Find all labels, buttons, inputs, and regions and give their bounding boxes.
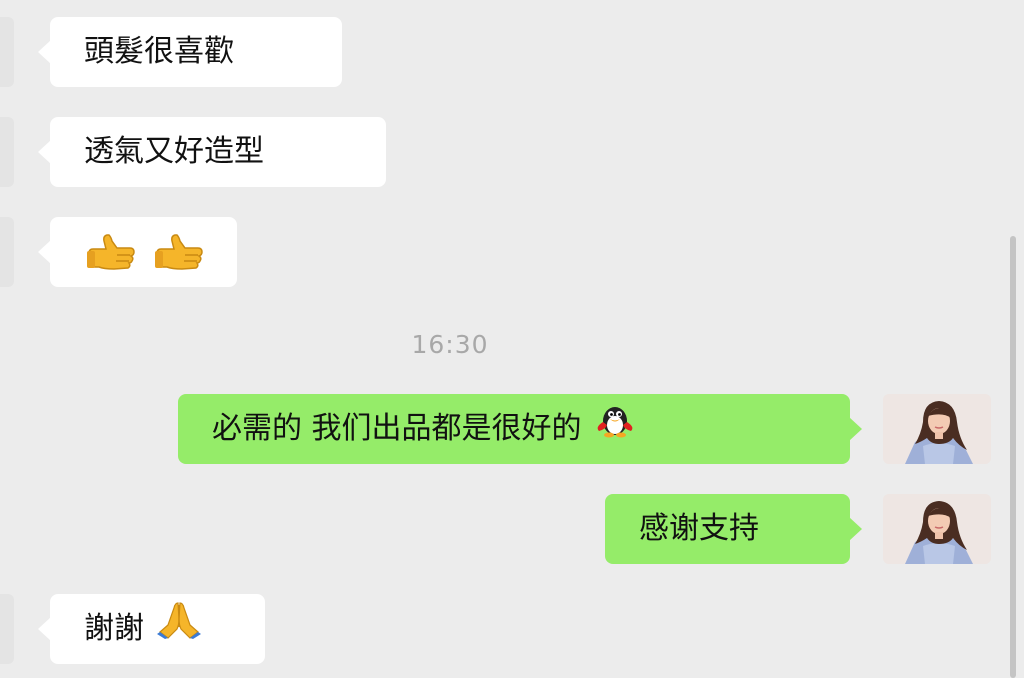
- message-text: 必需的 我们出品都是很好的: [212, 411, 582, 446]
- user-avatar[interactable]: [883, 494, 991, 564]
- thumbs-up-icon: [84, 233, 146, 270]
- outgoing-message[interactable]: 必需的 我们出品都是很好的: [178, 394, 862, 465]
- sender-avatar[interactable]: [0, 217, 14, 287]
- folded-hands-icon: [156, 595, 202, 665]
- thumbs-up-icon: [152, 233, 204, 270]
- message-text: 透氣又好造型: [84, 134, 264, 169]
- sender-avatar[interactable]: [0, 594, 14, 664]
- user-avatar[interactable]: [883, 394, 991, 464]
- sender-avatar[interactable]: [0, 117, 14, 187]
- incoming-message[interactable]: 頭髮很喜歡: [38, 17, 342, 87]
- message-text: 頭髮很喜歡: [84, 34, 234, 69]
- chat-view: 頭髮很喜歡 透氣又好造型 16:30 必需的 我们出品都是很好的 感谢支持 謝謝: [0, 0, 1024, 678]
- incoming-message[interactable]: 謝謝: [38, 594, 265, 665]
- outgoing-message[interactable]: 感谢支持: [605, 494, 862, 564]
- message-text: 謝謝: [84, 611, 144, 646]
- penguin-icon: [593, 395, 637, 465]
- timestamp: 16:30: [411, 330, 489, 359]
- incoming-message[interactable]: [38, 217, 237, 287]
- message-text: 感谢支持: [639, 511, 759, 546]
- incoming-message[interactable]: 透氣又好造型: [38, 117, 386, 187]
- scrollbar[interactable]: [1010, 236, 1016, 678]
- sender-avatar[interactable]: [0, 17, 14, 87]
